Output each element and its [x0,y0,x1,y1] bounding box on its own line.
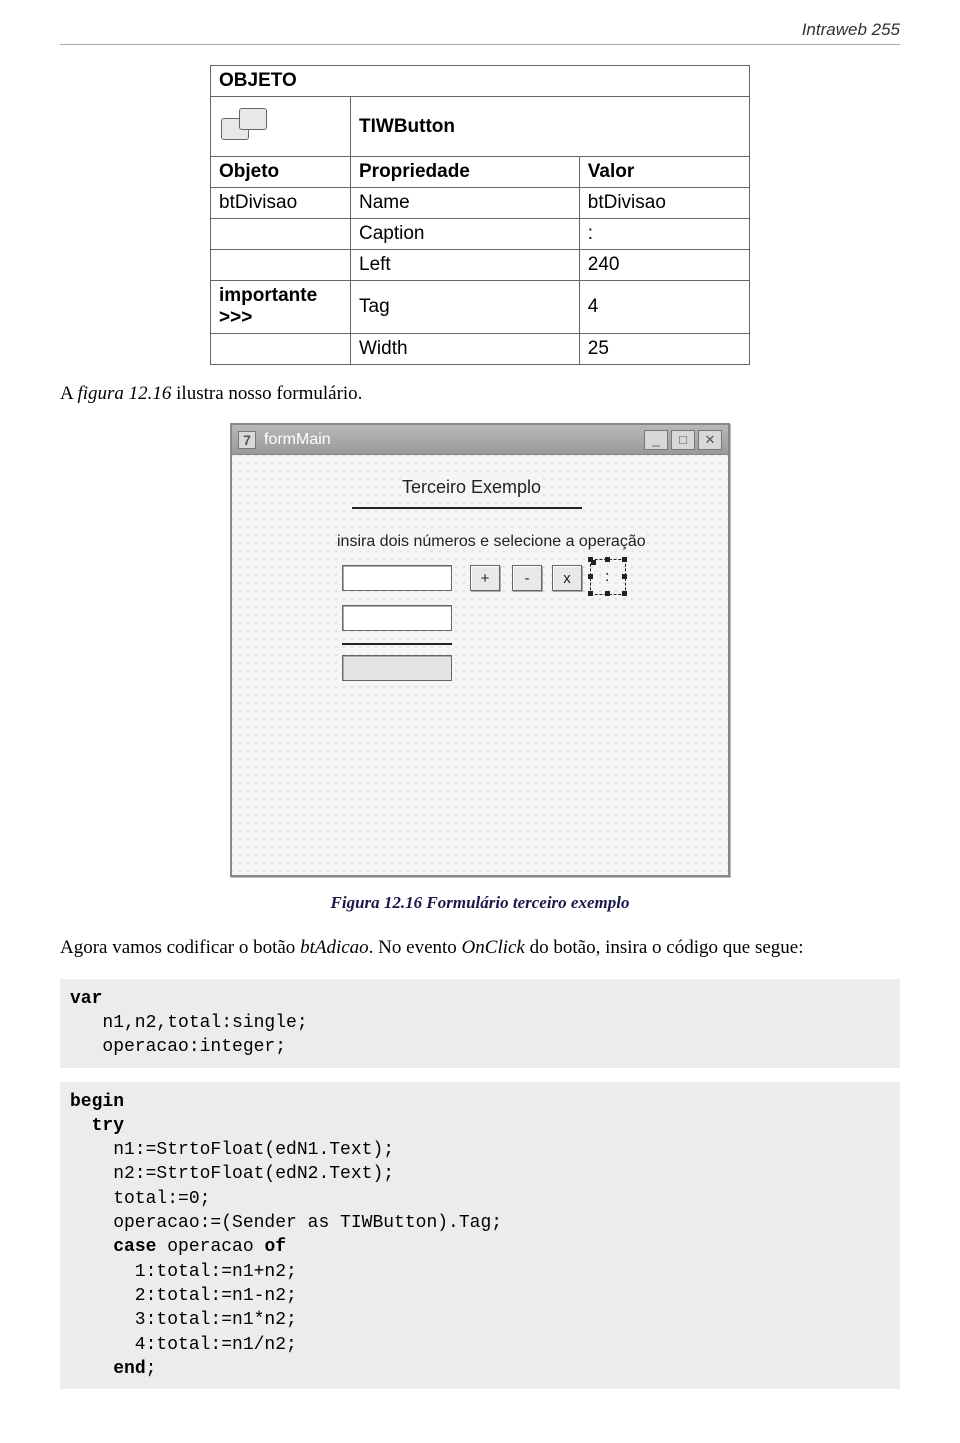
separator-line [342,643,452,645]
col-propriedade: Propriedade [351,157,580,188]
form-instruction-label: insira dois números e selecione a operaç… [337,533,646,551]
paragraph-code-intro: Agora vamos codificar o botão btAdicao. … [60,935,900,961]
close-button[interactable]: ✕ [698,430,722,450]
btn-minus[interactable]: - [512,565,542,591]
edit-n2[interactable] [342,605,452,631]
btn-divide-selected[interactable]: : [590,559,626,595]
btn-plus[interactable]: + [470,565,500,591]
table-row: btDivisao Name btDivisao [211,188,750,219]
col-valor: Valor [579,157,749,188]
title-underline [352,507,582,509]
maximize-button[interactable]: □ [671,430,695,450]
app-icon: 7 [238,431,256,449]
window-title: formMain [264,431,641,449]
code-block-var: var n1,n2,total:single; operacao:integer… [60,979,900,1068]
object-properties-table: OBJETO TIWButton Objeto Propriedade Valo… [210,65,750,365]
minimize-button[interactable]: _ [644,430,668,450]
component-icon-cell [211,97,351,157]
boxes-icon [219,104,269,144]
form-title-label: Terceiro Exemplo [402,477,541,498]
form-designer-canvas[interactable]: Terceiro Exemplo insira dois números e s… [232,455,728,875]
table-row: importante >>> Tag 4 [211,281,750,334]
window-titlebar: 7 formMain _ □ ✕ [232,425,728,455]
table-row: Caption : [211,219,750,250]
code-block-begin: begin try n1:=StrtoFloat(edN1.Text); n2:… [60,1082,900,1390]
figure-caption: Figura 12.16 Formulário terceiro exemplo [60,893,900,913]
table-row: Width 25 [211,334,750,365]
table-title: OBJETO [211,66,750,97]
delphi-form-window: 7 formMain _ □ ✕ Terceiro Exemplo insira… [230,423,730,877]
edit-result[interactable] [342,655,452,681]
component-name: TIWButton [351,97,750,157]
table-row: Left 240 [211,250,750,281]
btn-multiply[interactable]: x [552,565,582,591]
page-header: Intraweb 255 [60,20,900,45]
edit-n1[interactable] [342,565,452,591]
col-objeto: Objeto [211,157,351,188]
paragraph-intro: A figura 12.16 ilustra nosso formulário. [60,383,900,405]
